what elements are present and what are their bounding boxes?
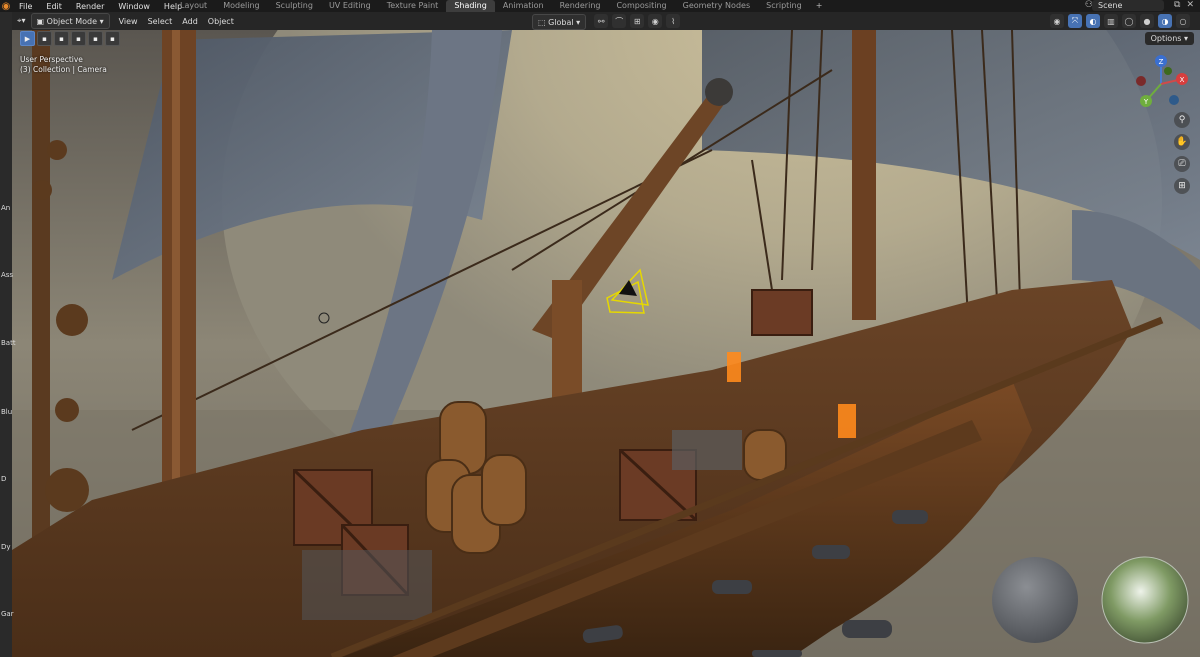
tab-scripting[interactable]: Scripting [758,0,810,12]
tab-uv-editing[interactable]: UV Editing [321,0,379,12]
chevron-down-icon: ▾ [1183,34,1188,43]
chevron-down-icon: ▾ [573,17,581,27]
proportional-edit-icon[interactable]: ◉ [648,14,663,28]
viewport-navigation-controls: ⚲ ✋ ⎚ ⊞ [1174,112,1192,194]
menu-add[interactable]: Add [177,14,203,28]
tab-geometry-nodes[interactable]: Geometry Nodes [675,0,758,12]
sidebar-label: An [1,204,11,212]
left-sidebar-strip: An Ass Batt Blu D Dy Gar [0,12,16,657]
sidebar-label: Blu [1,408,13,416]
mode-dropdown[interactable]: ▣ Object Mode ▾ [30,13,110,29]
tab-sculpting[interactable]: Sculpting [268,0,321,12]
menu-edit[interactable]: Edit [39,2,69,11]
rendered-shading-icon[interactable]: ○ [1176,14,1190,28]
solid-shading-icon[interactable]: ● [1140,14,1154,28]
menu-render[interactable]: Render [69,2,111,11]
navigation-gizmo[interactable]: Z X Y [1132,55,1190,113]
view-name: User Perspective [20,55,83,64]
visibility-icon[interactable]: ◉ [1050,14,1064,28]
tab-compositing[interactable]: Compositing [608,0,674,12]
camera-view-icon[interactable]: ⎚ [1174,156,1190,172]
xray-icon[interactable]: ▥ [1104,14,1118,28]
tab-layout[interactable]: Layout [172,0,215,12]
select-invert-icon[interactable]: ▪ [88,31,103,46]
sidebar-label: Gar [1,610,14,618]
tab-animation[interactable]: Animation [495,0,552,12]
select-extend-icon[interactable]: ▪ [54,31,69,46]
material-preview-sphere [992,557,1078,643]
menu-view[interactable]: View [114,14,143,28]
snap-target-icon[interactable]: ⊞ [630,14,645,28]
tab-rendering[interactable]: Rendering [552,0,609,12]
active-object-info: (3) Collection | Camera [20,65,107,74]
orientation-label: Global [548,17,574,27]
pan-hand-icon[interactable]: ✋ [1174,134,1190,150]
menu-object[interactable]: Object [203,14,239,28]
tab-texture-paint[interactable]: Texture Paint [379,0,447,12]
tab-shading[interactable]: Shading [446,0,495,12]
tab-modeling[interactable]: Modeling [215,0,267,12]
chevron-down-icon: ▾ [97,16,104,26]
scene-selector[interactable]: Scene [1092,0,1164,11]
delete-scene-icon[interactable]: ✕ [1186,0,1194,10]
orientation-icon: ⬚ [538,17,549,27]
select-subtract-icon[interactable]: ▪ [71,31,86,46]
viewport-header: ⌖▾ ▣ Object Mode ▾ View Select Add Objec… [12,12,1200,30]
workspace-tabs: Layout Modeling Sculpting UV Editing Tex… [172,0,828,12]
ship-scene [12,30,1200,657]
selection-mode-toolbar: ▶ ▪ ▪ ▪ ▪ ▪ [20,31,120,46]
wireframe-shading-icon[interactable]: ◯ [1122,14,1136,28]
object-mode-icon: ▣ [36,16,47,26]
sidebar-label: Dy [1,543,11,551]
options-dropdown[interactable]: Options ▾ [1144,32,1194,45]
falloff-icon[interactable]: ⌇ [666,14,681,28]
mode-label: Object Mode [46,16,98,26]
options-label: Options [1150,34,1182,43]
gizmo-z-label: Z [1159,58,1164,66]
ortho-grid-icon[interactable]: ⊞ [1174,178,1190,194]
zoom-icon[interactable]: ⚲ [1174,112,1190,128]
menu-file[interactable]: File [12,2,39,11]
viewport-3d[interactable] [12,30,1200,657]
editor-type-button[interactable]: ⌖▾ [12,14,31,28]
hdri-preview-sphere [1101,556,1189,644]
material-shading-icon[interactable]: ◑ [1158,14,1172,28]
copy-scene-icon[interactable]: ⧉ [1174,0,1180,10]
pivot-icon[interactable]: ⚯ [594,14,609,28]
gizmo-x-label: X [1180,76,1185,84]
snap-icon[interactable]: ⌒ [612,14,627,28]
overlay-toggle-icon[interactable]: ◐ [1086,14,1100,28]
orientation-dropdown[interactable]: ⬚ Global ▾ [532,14,587,30]
select-new-icon[interactable]: ▪ [37,31,52,46]
menu-select[interactable]: Select [143,14,178,28]
add-workspace-button[interactable]: + [810,0,829,12]
viewport-info-overlay: User Perspective (3) Collection | Camera [20,55,107,75]
gizmo-toggle-icon[interactable]: ⤧ [1068,14,1082,28]
shading-controls: ◉ ⤧ ◐ ▥ ◯ ● ◑ ○ [1050,14,1190,28]
top-right-icons: ⧉ ✕ [1174,0,1194,10]
menu-window[interactable]: Window [111,2,157,11]
select-intersect-icon[interactable]: ▪ [105,31,120,46]
sidebar-label: Batt [1,339,16,347]
transform-tools: ⬚ Global ▾ ⚯ ⌒ ⊞ ◉ ⌇ [532,14,681,30]
sidebar-label: D [1,475,7,483]
gizmo-y-label: Y [1143,98,1149,106]
blender-logo-icon[interactable]: ◉ [0,0,12,12]
sidebar-label: Ass [1,271,14,279]
select-tool-icon[interactable]: ▶ [20,31,35,46]
